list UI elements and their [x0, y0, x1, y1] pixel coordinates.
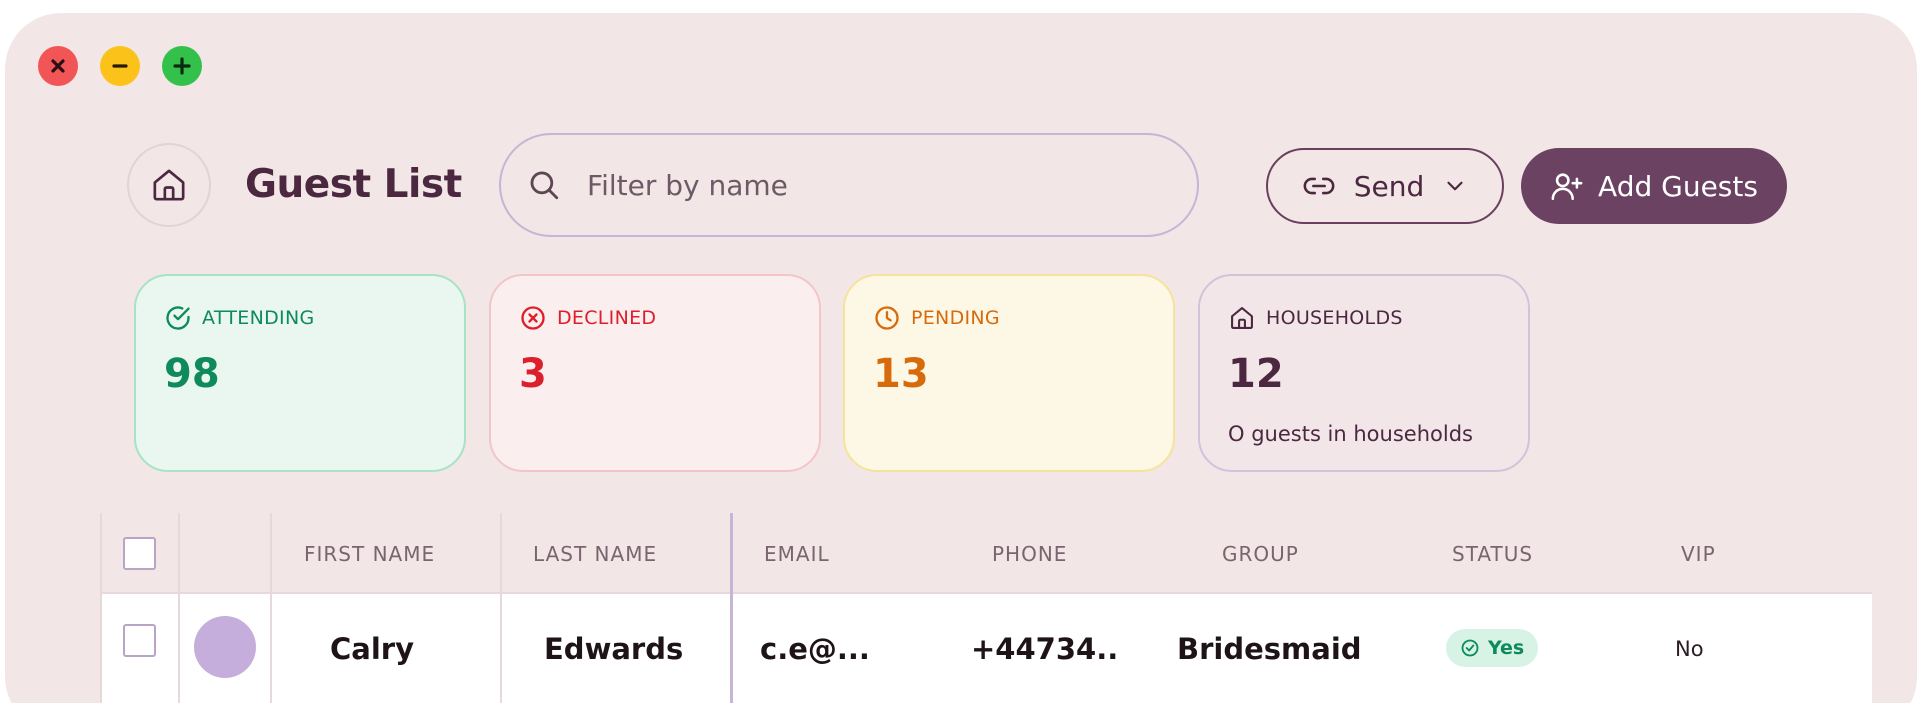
add-guests-button-label: Add Guests [1598, 169, 1758, 203]
pending-label: PENDING [911, 307, 1000, 329]
minimize-icon [112, 64, 128, 68]
close-icon [51, 59, 65, 73]
guest-table: FIRST NAME LAST NAME EMAIL PHONE GROUP S… [100, 513, 1872, 703]
status-badge: Yes [1446, 629, 1539, 667]
pending-count: 13 [873, 351, 929, 397]
column-header-vip[interactable]: VIP [1681, 513, 1716, 594]
phone-cell: +44734.. [971, 632, 1119, 666]
email-cell: c.e@... [760, 632, 870, 666]
attending-count: 98 [164, 351, 220, 397]
column-header-first-name[interactable]: FIRST NAME [304, 513, 435, 594]
plus-icon [173, 57, 191, 75]
status-badge-label: Yes [1488, 637, 1525, 659]
first-name-cell: Calry [330, 632, 414, 666]
column-header-phone[interactable]: PHONE [992, 513, 1067, 594]
select-all-checkbox[interactable] [123, 537, 156, 570]
households-card: HOUSEHOLDS 12 O guests in households [1198, 274, 1530, 472]
search-input[interactable] [587, 168, 1147, 202]
home-icon [153, 169, 185, 201]
declined-label: DECLINED [557, 307, 657, 329]
send-button[interactable]: Send [1266, 148, 1504, 224]
page-title: Guest List [245, 162, 462, 207]
user-plus-icon [1551, 173, 1583, 201]
attending-label: ATTENDING [202, 307, 315, 329]
last-name-cell: Edwards [544, 632, 684, 666]
link-icon [1303, 177, 1335, 195]
send-button-label: Send [1353, 169, 1425, 203]
chevron-down-icon [1447, 181, 1463, 191]
households-count: 12 [1228, 351, 1284, 397]
guest-row: Calry Edwards c.e@... +44734.. Bridesmai… [100, 594, 1872, 703]
search-bar[interactable] [499, 133, 1199, 237]
column-header-last-name[interactable]: LAST NAME [533, 513, 657, 594]
window-maximize-button[interactable] [162, 46, 202, 86]
avatar [194, 616, 256, 678]
search-icon [530, 171, 559, 200]
window-close-button[interactable] [38, 46, 78, 86]
declined-count: 3 [519, 351, 547, 397]
check-circle-icon [166, 306, 190, 330]
home-button[interactable] [127, 143, 211, 227]
column-header-group[interactable]: GROUP [1222, 513, 1299, 594]
x-circle-icon [521, 306, 545, 330]
row-checkbox[interactable] [123, 624, 156, 657]
clock-icon [875, 306, 899, 330]
home-icon [1231, 307, 1253, 329]
households-subtext: O guests in households [1228, 422, 1473, 446]
app-window: Guest List Send Add Guests ATTENDING 98 [5, 13, 1917, 703]
vip-cell: No [1675, 637, 1704, 661]
attending-card: ATTENDING 98 [134, 274, 466, 472]
declined-card: DECLINED 3 [489, 274, 821, 472]
group-cell: Bridesmaid [1177, 632, 1362, 666]
add-guests-button[interactable]: Add Guests [1521, 148, 1787, 224]
window-minimize-button[interactable] [100, 46, 140, 86]
households-label: HOUSEHOLDS [1266, 307, 1403, 329]
check-circle-icon [1461, 639, 1479, 657]
pending-card: PENDING 13 [843, 274, 1175, 472]
column-header-email[interactable]: EMAIL [764, 513, 830, 594]
column-header-status[interactable]: STATUS [1452, 513, 1533, 594]
